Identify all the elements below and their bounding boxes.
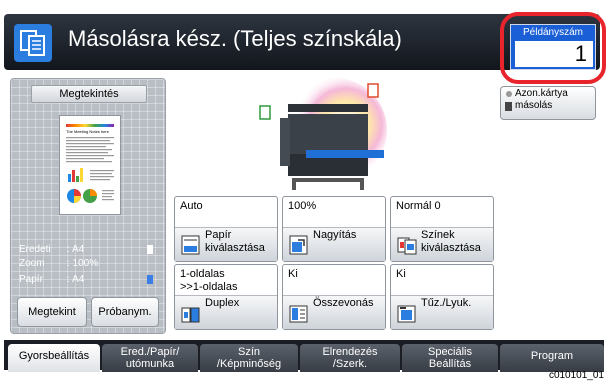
function-value: Auto [180,200,203,212]
preview-doc-heading: The Meeting Notes here [66,129,110,134]
tab-original-paper-finishing[interactable]: Ered./Papír/utómunka [102,344,198,372]
staple-punch-icon [397,305,416,323]
function-label-area: Duplex [175,295,277,329]
preview-button[interactable]: Megtekint [17,297,87,327]
staple-punch-button[interactable]: Ki Tűz./Lyuk. [390,264,494,330]
function-label: Papír kiválasztása [205,229,265,254]
function-label: Nagyítás [313,229,357,241]
function-label-area: Papír kiválasztása [175,227,277,261]
id-card-label-line2: másolás [515,100,553,111]
status-title: Másolásra kész. (Teljes színskála) [68,26,402,51]
function-value: Normál 0 [396,200,441,212]
function-label-area: Színek kiválasztása [391,227,493,261]
info-value: : A4 [67,244,85,255]
info-label: Zoom [19,258,45,269]
duplex-icon [181,307,200,323]
tab-advanced-setup[interactable]: Speciális Beállítás [402,344,498,372]
copy-panel: Másolásra kész. (Teljes színskála) Példá… [0,0,610,383]
test-copy-button[interactable]: Próbanym. [91,297,159,327]
preview-document-thumbnail: The Meeting Notes here [59,115,121,215]
document-icon [147,245,153,254]
function-label: Színek kiválasztása [421,229,481,254]
document-preview-graphic: The Meeting Notes here [66,124,114,203]
paper-select-icon [181,235,200,255]
copy-mode-icon [14,24,52,62]
tab-quick-setup[interactable]: Gyorsbeállítás [8,344,100,372]
id-card-label-line1: Azon.kártya [515,88,568,99]
function-value: 1-oldalas >>1-oldalas [180,268,238,293]
color-select-icon [397,237,417,255]
zoom-icon [289,235,308,255]
printer-illustration [259,78,387,190]
copies-highlight-ring [500,12,606,84]
id-card-icon [505,102,512,111]
function-label-area: Nagyítás [283,227,385,261]
zoom-button[interactable]: 100% Nagyítás [282,196,386,262]
image-code: c010101_01 [548,370,604,381]
preview-panel: Megtekintés The Meeting Notes here Erede… [10,78,166,334]
info-paper: Papír : A4 [19,273,159,286]
function-label: Tűz./Lyuk. [421,297,472,309]
function-label-area: Tűz./Lyuk. [391,295,493,329]
info-zoom: Zoom : 100% [19,257,159,270]
info-label: Eredeti [19,244,51,255]
paper-icon [147,275,153,284]
function-label: Duplex [205,297,240,309]
combine-icon [289,305,308,323]
indicator-dot [506,91,512,97]
preview-title: Megtekintés [31,85,147,103]
function-value: Ki [396,268,406,280]
info-original: Eredeti : A4 [19,243,159,256]
tab-program[interactable]: Program [500,344,604,372]
duplex-button[interactable]: 1-oldalas >>1-oldalas Duplex [174,264,278,330]
info-value: : A4 [67,274,85,285]
tab-layout-edit[interactable]: Elrendezés/Szerk. [300,344,400,372]
info-label: Papír [19,274,43,285]
function-label: Összevonás [313,297,374,309]
tab-color-image-quality[interactable]: Szín/Képminőség [200,344,298,372]
info-value: : 100% [67,258,99,269]
input-document-icon [259,105,271,120]
output-document-icon [367,83,379,98]
id-card-copy-button[interactable]: Azon.kártya másolás [500,86,596,120]
combine-button[interactable]: Ki Összevonás [282,264,386,330]
color-select-button[interactable]: Normál 0 Színek kiválasztása [390,196,494,262]
function-label-area: Összevonás [283,295,385,329]
paper-select-button[interactable]: Auto Papír kiválasztása [174,196,278,262]
function-value: 100% [288,200,317,212]
function-value: Ki [288,268,298,280]
